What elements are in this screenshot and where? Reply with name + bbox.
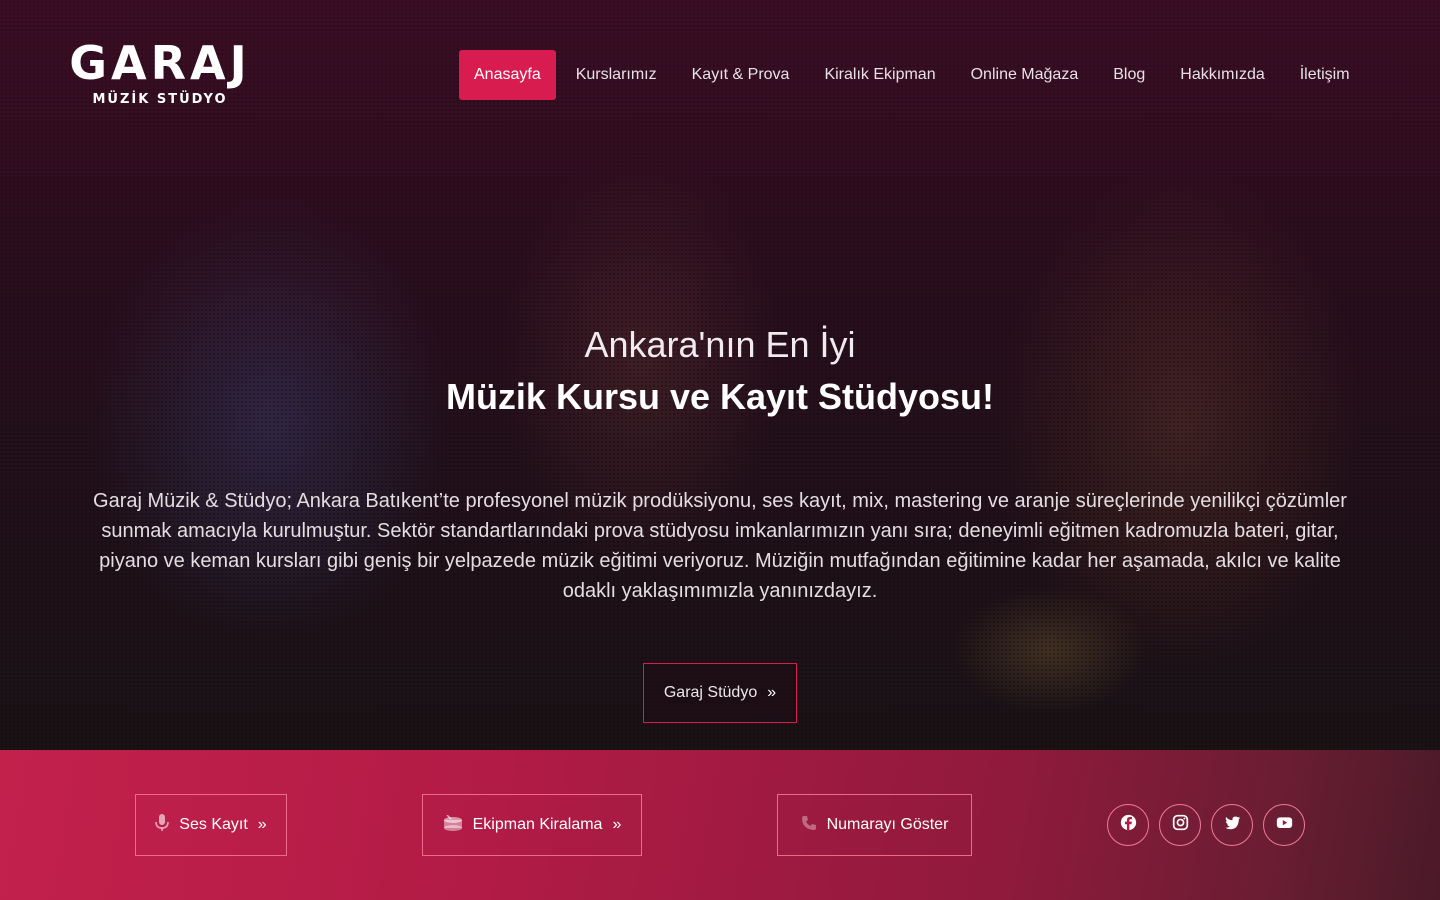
garaj-studyo-button[interactable]: Garaj Stüdyo » bbox=[642, 663, 798, 723]
site-logo[interactable]: GARAJ MÜZİK STÜDYO bbox=[68, 40, 252, 107]
cta-label: Garaj Stüdyo bbox=[663, 684, 758, 701]
nav-item-kurslarimiz[interactable]: Kurslarımız bbox=[561, 50, 672, 100]
numarayi-goster-label: Numarayı Göster bbox=[826, 816, 949, 833]
hero-content: Ankara'nın En İyi Müzik Kursu ve Kayıt S… bbox=[0, 322, 1440, 723]
action-bar: Ses Kayıt » Ekipman Kiralama » Numarayı … bbox=[0, 750, 1440, 900]
drum-icon bbox=[443, 814, 463, 836]
hero-title-line2: Müzik Kursu ve Kayıt Stüdyosu! bbox=[445, 376, 995, 417]
ses-kayit-button[interactable]: Ses Kayıt » bbox=[135, 794, 287, 856]
chevron-double-right-icon: » bbox=[767, 684, 777, 701]
facebook-link[interactable] bbox=[1107, 804, 1149, 846]
nav-item-anasayfa[interactable]: Anasayfa bbox=[459, 50, 556, 100]
youtube-link[interactable] bbox=[1263, 804, 1305, 846]
logo-wordmark: GARAJ bbox=[69, 36, 251, 90]
instagram-link[interactable] bbox=[1159, 804, 1201, 846]
twitter-link[interactable] bbox=[1211, 804, 1253, 846]
nav-item-online-magaza[interactable]: Online Mağaza bbox=[956, 50, 1094, 100]
twitter-icon bbox=[1224, 814, 1241, 836]
chevron-double-right-icon: » bbox=[612, 816, 622, 833]
chevron-double-right-icon: » bbox=[257, 816, 267, 833]
hero-title-line1: Ankara'nın En İyi bbox=[584, 324, 856, 365]
ses-kayit-label: Ses Kayıt bbox=[179, 816, 248, 833]
youtube-icon bbox=[1276, 814, 1293, 836]
main-nav: Anasayfa Kurslarımız Kayıt & Prova Kiral… bbox=[459, 50, 1370, 100]
numarayi-goster-button[interactable]: Numarayı Göster bbox=[777, 794, 972, 856]
facebook-icon bbox=[1120, 814, 1137, 836]
nav-item-blog[interactable]: Blog bbox=[1098, 50, 1160, 100]
phone-icon bbox=[801, 815, 817, 836]
instagram-icon bbox=[1172, 814, 1189, 836]
nav-item-hakkimizda[interactable]: Hakkımızda bbox=[1165, 50, 1279, 100]
nav-item-kayit-prova[interactable]: Kayıt & Prova bbox=[677, 50, 805, 100]
ekipman-kiralama-button[interactable]: Ekipman Kiralama » bbox=[422, 794, 642, 856]
ekipman-kiralama-label: Ekipman Kiralama bbox=[472, 816, 603, 833]
microphone-icon bbox=[155, 813, 170, 837]
logo-tagline: MÜZİK STÜDYO bbox=[92, 92, 228, 107]
nav-item-iletisim[interactable]: İletişim bbox=[1285, 50, 1365, 100]
hero-description: Garaj Müzik & Stüdyo; Ankara Batıkent’te… bbox=[93, 490, 1347, 602]
nav-item-kiralik-ekipman[interactable]: Kiralık Ekipman bbox=[809, 50, 950, 100]
